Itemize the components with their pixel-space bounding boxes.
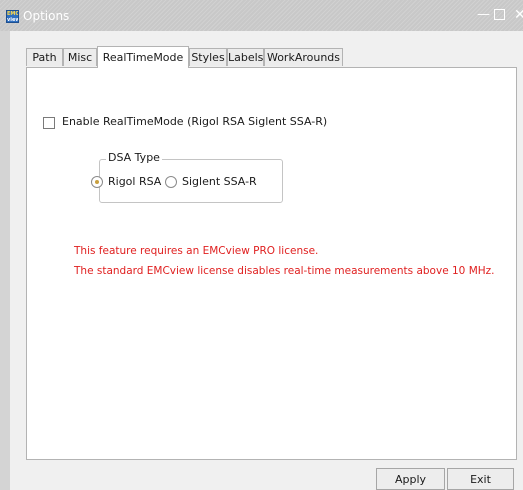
- apply-button[interactable]: Apply: [376, 468, 445, 490]
- enable-realtime-label[interactable]: Enable RealTimeMode (Rigol RSA Siglent S…: [62, 115, 327, 128]
- license-warning-pro: This feature requires an EMCview PRO lic…: [74, 245, 319, 257]
- tab-workarounds[interactable]: WorkArounds: [264, 48, 343, 66]
- window-left-edge: [0, 31, 10, 490]
- dsa-type-title: DSA Type: [106, 151, 162, 164]
- maximize-icon[interactable]: [494, 9, 505, 20]
- tab-realtimemode[interactable]: RealTimeMode: [97, 46, 189, 68]
- tab-path[interactable]: Path: [26, 48, 63, 66]
- rigol-rsa-label[interactable]: Rigol RSA: [108, 175, 161, 188]
- window-title: Options: [23, 9, 70, 23]
- exit-button[interactable]: Exit: [447, 468, 514, 490]
- license-warning-standard: The standard EMCview license disables re…: [74, 265, 495, 277]
- emcview-app-icon: EMC view: [6, 10, 19, 23]
- close-icon[interactable]: ✕: [514, 8, 523, 22]
- title-bar: EMC view Options — ✕: [0, 0, 523, 31]
- minimize-icon[interactable]: —: [477, 8, 490, 22]
- options-dialog: Path Misc RealTimeMode Styles Labels Wor…: [10, 31, 523, 490]
- siglent-ssa-r-radio-button[interactable]: [165, 176, 177, 188]
- tab-misc[interactable]: Misc: [63, 48, 97, 66]
- rigol-rsa-radio-button[interactable]: [91, 176, 103, 188]
- siglent-ssa-r-label[interactable]: Siglent SSA-R: [182, 175, 257, 188]
- tab-styles[interactable]: Styles: [189, 48, 227, 66]
- tab-labels[interactable]: Labels: [227, 48, 264, 66]
- realtimemode-panel: Enable RealTimeMode (Rigol RSA Siglent S…: [26, 67, 517, 460]
- enable-realtime-checkbox[interactable]: [43, 117, 55, 129]
